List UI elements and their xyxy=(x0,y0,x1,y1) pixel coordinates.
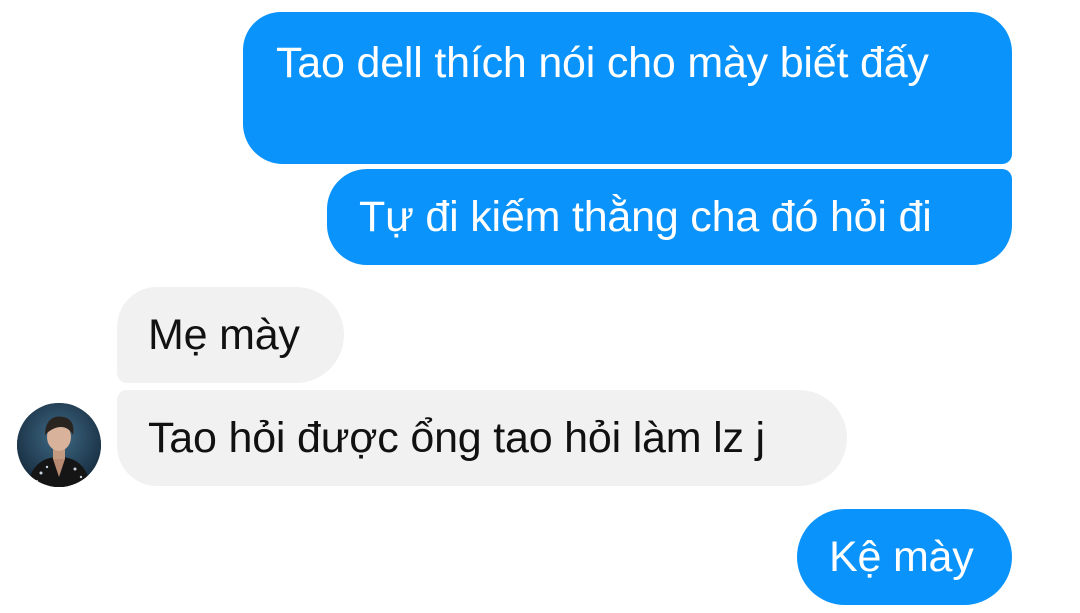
incoming-message-bubble[interactable]: Tao hỏi được ổng tao hỏi làm lz j xyxy=(117,390,847,486)
avatar-photo-icon xyxy=(17,403,101,487)
message-text: Tự đi kiếm thằng cha đó hỏi đi xyxy=(359,193,932,241)
outgoing-message-bubble[interactable]: Tao dell thích nói cho mày biết đấy xyxy=(243,12,1012,164)
message-text: Tao dell thích nói cho mày biết đấy xyxy=(276,39,929,87)
outgoing-message-bubble[interactable]: Tự đi kiếm thằng cha đó hỏi đi xyxy=(327,169,1012,265)
contact-avatar[interactable] xyxy=(17,403,101,487)
message-text: Kệ mày xyxy=(829,533,974,581)
outgoing-message-bubble[interactable]: Kệ mày xyxy=(797,509,1012,605)
message-text: Tao hỏi được ổng tao hỏi làm lz j xyxy=(148,414,765,462)
message-text: Mẹ mày xyxy=(148,311,300,359)
incoming-message-bubble[interactable]: Mẹ mày xyxy=(117,287,344,383)
